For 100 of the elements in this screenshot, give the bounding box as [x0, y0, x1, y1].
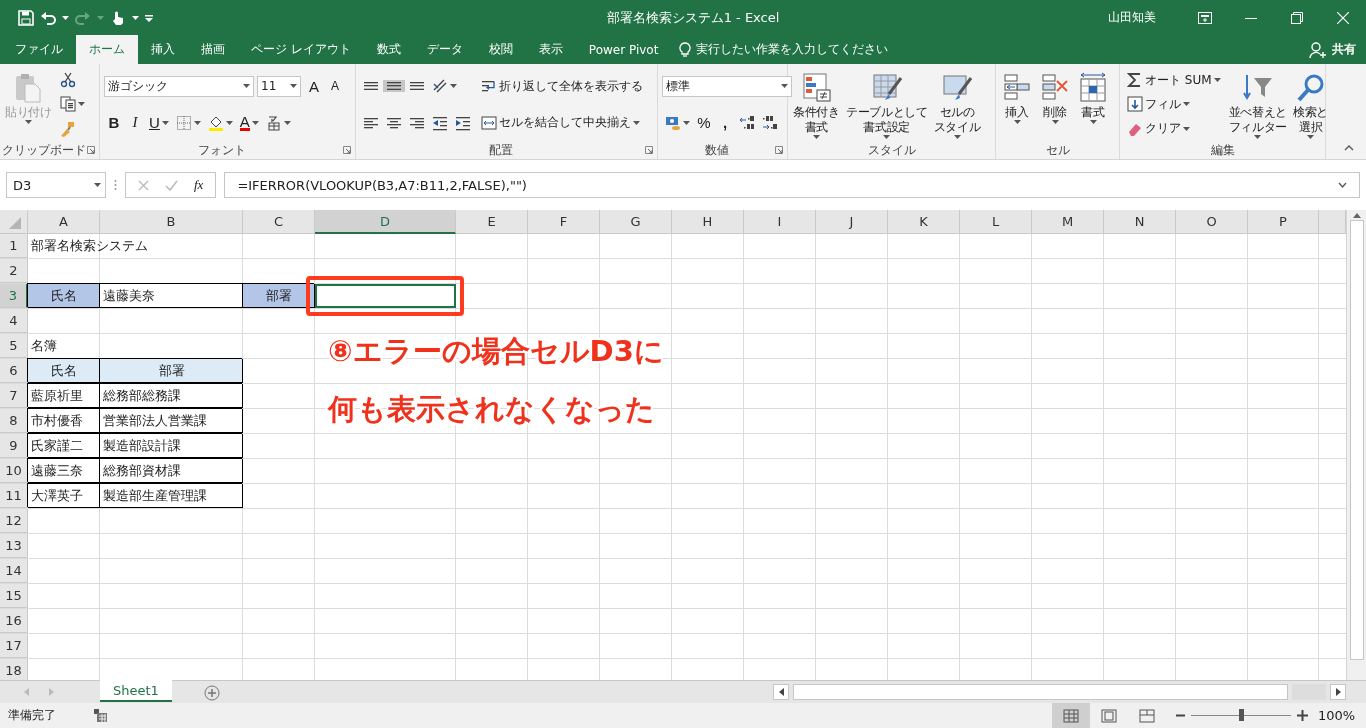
- column-header[interactable]: M: [1032, 210, 1104, 234]
- table-cell[interactable]: 氏名: [28, 284, 100, 308]
- undo-icon[interactable]: [40, 9, 56, 26]
- table-cell[interactable]: 氏家謹二: [28, 434, 100, 458]
- page-break-icon[interactable]: [1139, 708, 1155, 723]
- column-header[interactable]: N: [1104, 210, 1176, 234]
- person-add-icon[interactable]: [1309, 40, 1327, 59]
- row-header[interactable]: 16: [0, 609, 28, 633]
- dropdown-field[interactable]: 標準: [662, 75, 792, 97]
- scrollbar-thumb[interactable]: [1349, 220, 1364, 660]
- table-cell[interactable]: 遠藤美奈: [100, 284, 243, 308]
- tell-me-field[interactable]: 実行したい作業を入力してください: [696, 41, 889, 58]
- name-box[interactable]: D3: [6, 172, 106, 198]
- ribbon-tab[interactable]: データ: [413, 35, 476, 64]
- expand-icon[interactable]: [1338, 182, 1347, 188]
- ribbon-button[interactable]: B: [104, 112, 124, 134]
- zoom-slider-thumb[interactable]: [1239, 709, 1244, 721]
- column-header[interactable]: E: [456, 210, 528, 234]
- zoom-level[interactable]: 100%: [1318, 708, 1366, 723]
- scroll-right-icon[interactable]: [1335, 688, 1341, 696]
- sheet-tab[interactable]: Sheet1: [100, 680, 172, 702]
- ribbon-button[interactable]: 並べ替えと フィルター: [1227, 69, 1289, 140]
- ribbon-button[interactable]: クリア: [1124, 118, 1193, 140]
- column-header[interactable]: K: [888, 210, 960, 234]
- lightbulb-icon[interactable]: [679, 41, 692, 58]
- row-header[interactable]: 4: [0, 309, 28, 333]
- column-header[interactable]: D: [315, 210, 456, 234]
- scroll-left-icon[interactable]: [778, 688, 784, 696]
- table-cell[interactable]: 製造部設計課: [100, 434, 243, 458]
- row-header[interactable]: 1: [0, 234, 28, 258]
- dialog-launcher-icon[interactable]: [645, 146, 653, 154]
- close-icon[interactable]: [1337, 11, 1349, 24]
- ribbon-tab[interactable]: 表示: [525, 35, 576, 64]
- column-header[interactable]: P: [1248, 210, 1319, 234]
- customize-icon[interactable]: [145, 13, 153, 22]
- column-header[interactable]: H: [672, 210, 744, 234]
- ribbon-button[interactable]: セルの スタイル: [932, 69, 982, 140]
- row-header[interactable]: 17: [0, 634, 28, 658]
- zoom-in-icon[interactable]: [1297, 710, 1308, 721]
- ribbon-tab[interactable]: 挿入: [138, 35, 188, 64]
- column-header[interactable]: L: [960, 210, 1032, 234]
- row-header[interactable]: 8: [0, 409, 28, 433]
- ribbon-display-icon[interactable]: [1198, 11, 1212, 24]
- dropdown-field[interactable]: 游ゴシック: [104, 75, 254, 97]
- dialog-launcher-icon[interactable]: [87, 146, 95, 154]
- row-header[interactable]: 15: [0, 584, 28, 608]
- user-name[interactable]: 山田知美: [1108, 9, 1156, 26]
- ribbon-button[interactable]: 挿入: [1000, 69, 1034, 140]
- ribbon-tab[interactable]: ファイル: [2, 35, 76, 64]
- row-header[interactable]: 3: [0, 284, 28, 308]
- ribbon-button[interactable]: 削除: [1038, 69, 1072, 140]
- table-cell[interactable]: 市村優香: [28, 409, 100, 433]
- selected-cell[interactable]: [315, 284, 456, 308]
- table-cell[interactable]: 藍原祈里: [28, 384, 100, 408]
- ribbon-button[interactable]: I: [125, 112, 145, 134]
- ribbon-button[interactable]: 書式: [1076, 69, 1110, 140]
- ribbon-button[interactable]: A: [304, 75, 324, 97]
- row-header[interactable]: 14: [0, 559, 28, 583]
- column-header[interactable]: O: [1176, 210, 1248, 234]
- row-header[interactable]: 6: [0, 359, 28, 383]
- page-layout-icon[interactable]: [1101, 708, 1117, 723]
- row-header[interactable]: 12: [0, 509, 28, 533]
- ribbon-button[interactable]: A: [236, 112, 262, 133]
- row-header[interactable]: 11: [0, 484, 28, 508]
- table-cell[interactable]: 氏名: [28, 359, 100, 383]
- table-cell[interactable]: 総務部資材課: [100, 459, 243, 483]
- row-header[interactable]: 9: [0, 434, 28, 458]
- table-cell[interactable]: 大澤英子: [28, 484, 100, 508]
- row-header[interactable]: 5: [0, 334, 28, 358]
- table-cell[interactable]: 製造部生産管理課: [100, 484, 243, 508]
- ribbon-button[interactable]: ,: [715, 112, 735, 134]
- ribbon-button[interactable]: 検索と 選択: [1292, 69, 1330, 140]
- table-cell[interactable]: 遠藤三奈: [28, 459, 100, 483]
- ribbon-tab[interactable]: 校閲: [475, 35, 526, 64]
- ribbon-button[interactable]: オート SUM: [1124, 69, 1224, 91]
- row-header[interactable]: 7: [0, 384, 28, 408]
- ribbon-button[interactable]: セルを結合して中央揃え: [478, 112, 643, 134]
- ribbon-button[interactable]: 折り返して全体を表示する: [478, 75, 646, 97]
- table-cell[interactable]: 部署名検索システム: [28, 234, 243, 258]
- column-header[interactable]: A: [28, 210, 100, 234]
- ribbon-tab[interactable]: ホーム: [76, 35, 138, 64]
- row-header[interactable]: 13: [0, 534, 28, 558]
- scrollbar-thumb[interactable]: [793, 684, 1288, 700]
- row-header[interactable]: 18: [0, 659, 28, 680]
- table-cell[interactable]: 名簿: [28, 334, 243, 358]
- table-cell[interactable]: 部署: [100, 359, 243, 383]
- table-cell[interactable]: 総務部総務課: [100, 384, 243, 408]
- ribbon-button[interactable]: %: [694, 112, 714, 134]
- column-header[interactable]: I: [744, 210, 816, 234]
- ribbon-button[interactable]: テーブルとして 書式設定: [844, 69, 929, 140]
- share-button[interactable]: 共有: [1332, 41, 1356, 58]
- dropdown-field[interactable]: 11: [257, 75, 301, 97]
- ribbon-button[interactable]: フィル: [1124, 94, 1193, 115]
- ribbon-button[interactable]: U: [146, 112, 172, 134]
- ribbon-tab[interactable]: 数式: [363, 35, 414, 64]
- scroll-up-icon[interactable]: [1352, 213, 1361, 218]
- ribbon-tab[interactable]: ページ レイアウト: [238, 35, 364, 64]
- ribbon-button[interactable]: A: [325, 77, 345, 96]
- dialog-launcher-icon[interactable]: [343, 146, 351, 154]
- insert-function-button[interactable]: fx: [194, 177, 204, 193]
